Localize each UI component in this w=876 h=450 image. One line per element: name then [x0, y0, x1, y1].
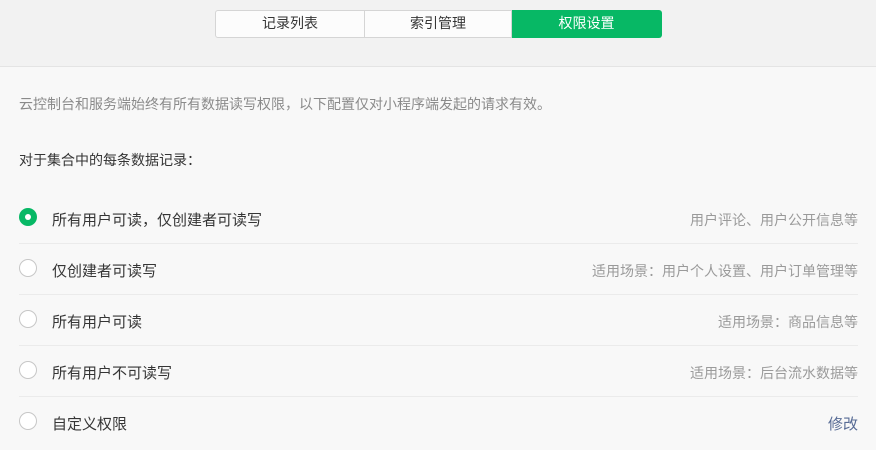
option-public-read[interactable]: 所有用户可读 适用场景：商品信息等 — [19, 295, 858, 346]
top-bar: 记录列表 索引管理 权限设置 — [0, 0, 876, 67]
permissions-panel: 云控制台和服务端始终有所有数据读写权限，以下配置仅对小程序端发起的请求有效。 对… — [0, 67, 876, 450]
tab-group: 记录列表 索引管理 权限设置 — [215, 10, 662, 38]
radio-unchecked-icon[interactable] — [19, 361, 37, 379]
radio-checked-icon[interactable] — [19, 208, 37, 226]
radio-unchecked-icon[interactable] — [19, 412, 37, 430]
section-title: 对于集合中的每条数据记录： — [19, 153, 201, 169]
option-label: 仅创建者可读写 — [52, 262, 158, 280]
option-label: 所有用户可读 — [52, 313, 143, 331]
option-hint: 适用场景：商品信息等 — [718, 315, 858, 331]
option-hint: 适用场景：用户个人设置、用户订单管理等 — [592, 264, 858, 280]
option-label: 自定义权限 — [52, 415, 128, 433]
tab-permissions[interactable]: 权限设置 — [512, 10, 662, 38]
option-hint: 适用场景：后台流水数据等 — [690, 366, 858, 382]
radio-unchecked-icon[interactable] — [19, 259, 37, 277]
option-label: 所有用户可读，仅创建者可读写 — [52, 211, 263, 229]
option-public-read-creator-write[interactable]: 所有用户可读，仅创建者可读写 用户评论、用户公开信息等 — [19, 193, 858, 244]
option-hint: 用户评论、用户公开信息等 — [690, 213, 858, 229]
radio-unchecked-icon[interactable] — [19, 310, 37, 328]
permissions-description: 云控制台和服务端始终有所有数据读写权限，以下配置仅对小程序端发起的请求有效。 — [19, 97, 551, 113]
tab-records[interactable]: 记录列表 — [215, 10, 365, 38]
modify-link[interactable]: 修改 — [828, 413, 858, 434]
option-creator-only[interactable]: 仅创建者可读写 适用场景：用户个人设置、用户订单管理等 — [19, 244, 858, 295]
tab-indexes[interactable]: 索引管理 — [365, 10, 512, 38]
option-label: 所有用户不可读写 — [52, 364, 173, 382]
option-no-access[interactable]: 所有用户不可读写 适用场景：后台流水数据等 — [19, 346, 858, 397]
option-custom[interactable]: 自定义权限 修改 — [19, 397, 858, 448]
permission-options: 所有用户可读，仅创建者可读写 用户评论、用户公开信息等 仅创建者可读写 适用场景… — [19, 193, 858, 448]
